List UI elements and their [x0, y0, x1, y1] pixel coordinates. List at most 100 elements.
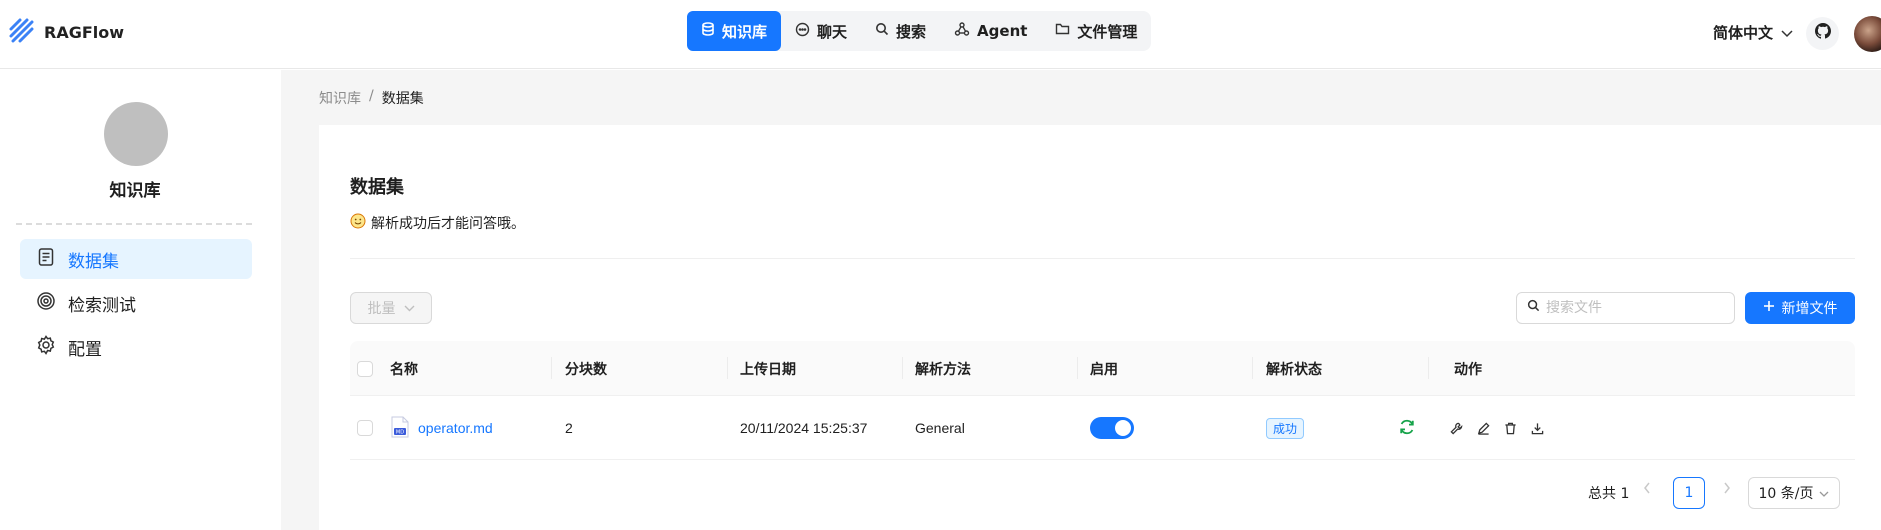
knowledge-base-name: 知识库	[109, 181, 161, 201]
file-name-link[interactable]: operator.md	[418, 420, 493, 436]
search-icon	[1527, 299, 1540, 317]
column-separator	[551, 357, 552, 379]
page-size-label: 10 条/页	[1758, 486, 1814, 502]
row-checkbox[interactable]	[357, 420, 373, 436]
select-all-checkbox[interactable]	[357, 360, 373, 377]
nav-label: 聊天	[817, 22, 848, 41]
column-separator	[727, 357, 728, 379]
plus-icon	[1763, 300, 1775, 316]
knowledge-base-avatar	[104, 102, 168, 166]
nav-search[interactable]: 搜索	[861, 11, 940, 51]
chat-bubble-icon	[795, 22, 810, 41]
column-header-actions: 动作	[1454, 361, 1482, 378]
table-row[interactable]: MD operator.md 2 20/11/2024 15:25:37 Gen…	[350, 396, 1855, 460]
breadcrumb-current: 数据集	[381, 91, 424, 107]
add-file-button[interactable]: 新增文件	[1745, 292, 1855, 324]
language-selector[interactable]: 简体中文	[1713, 22, 1793, 43]
breadcrumb-separator: /	[369, 88, 374, 104]
document-icon	[36, 247, 56, 272]
page-title: 数据集	[350, 177, 404, 198]
search-icon	[875, 22, 889, 40]
sidebar-item-retrieval-test[interactable]: 检索测试	[20, 283, 252, 323]
status-badge: 成功	[1266, 417, 1305, 439]
nav-agent[interactable]: Agent	[940, 11, 1041, 51]
nav-chat[interactable]: 聊天	[781, 11, 861, 51]
edit-icon[interactable]	[1477, 421, 1490, 435]
sidebar-item-label: 检索测试	[68, 295, 136, 316]
sidebar-item-label: 数据集	[68, 251, 119, 272]
parse-method: General	[915, 420, 965, 436]
select-all-cell[interactable]	[357, 341, 373, 396]
page-1-button[interactable]: 1	[1673, 477, 1705, 509]
target-icon	[36, 291, 56, 316]
batch-dropdown-button[interactable]: 批量	[350, 292, 432, 324]
column-header-name: 名称	[390, 361, 418, 378]
enable-toggle-cell	[1090, 396, 1134, 460]
table-header: 名称 分块数 上传日期 解析方法 启用 解析状态 动作	[350, 341, 1855, 396]
agent-graph-icon	[954, 21, 970, 41]
pagination-total: 总共 1	[1588, 486, 1630, 502]
search-input[interactable]	[1546, 300, 1726, 316]
chevron-down-icon	[1781, 24, 1793, 42]
previous-page-button[interactable]	[1643, 482, 1651, 498]
refresh-icon[interactable]	[1398, 418, 1416, 439]
app-name: RAGFlow	[44, 23, 125, 42]
download-icon[interactable]	[1531, 422, 1544, 435]
card-divider	[350, 258, 1855, 259]
github-button[interactable]	[1806, 17, 1839, 50]
smile-icon	[350, 213, 366, 233]
enable-toggle[interactable]	[1090, 417, 1134, 439]
sidebar-item-config[interactable]: 配置	[20, 327, 252, 367]
database-icon	[701, 22, 715, 40]
file-search[interactable]	[1516, 292, 1735, 324]
sidebar-item-dataset[interactable]: 数据集	[20, 239, 252, 279]
column-header-upload-date: 上传日期	[740, 361, 796, 378]
upload-date: 20/11/2024 15:25:37	[740, 420, 868, 436]
svg-text:MD: MD	[396, 429, 404, 435]
nav-knowledge-base[interactable]: 知识库	[687, 11, 782, 51]
language-label: 简体中文	[1713, 24, 1774, 42]
dataset-card: 数据集 解析成功后才能问答哦。 批量 新增文件	[319, 125, 1881, 530]
page-size-selector[interactable]: 10 条/页	[1748, 477, 1840, 509]
breadcrumb: 知识库 / 数据集	[319, 88, 424, 108]
nav-file-management[interactable]: 文件管理	[1041, 11, 1151, 51]
folder-icon	[1055, 22, 1070, 40]
user-avatar[interactable]	[1854, 16, 1881, 52]
column-separator	[1077, 357, 1078, 379]
actions-cell	[1450, 396, 1544, 460]
main-content: 知识库 / 数据集 数据集 解析成功后才能问答哦。 批量 搜索文件 新增文件 名…	[281, 70, 1881, 530]
add-file-label: 新增文件	[1781, 301, 1838, 317]
nav-label: Agent	[977, 22, 1028, 40]
column-header-enabled: 启用	[1090, 361, 1118, 378]
main-nav: 知识库 聊天 搜索 Agent 文件管理	[687, 11, 1152, 51]
nav-label: 知识库	[722, 22, 768, 41]
column-separator	[1252, 357, 1253, 379]
github-icon	[1814, 23, 1831, 44]
tool-icon[interactable]	[1450, 422, 1463, 435]
nav-label: 搜索	[896, 22, 927, 41]
delete-icon[interactable]	[1504, 422, 1517, 435]
breadcrumb-parent[interactable]: 知识库	[319, 88, 361, 108]
column-header-parse-status: 解析状态	[1266, 361, 1322, 378]
chevron-down-icon	[404, 300, 415, 316]
chevron-down-icon	[1819, 485, 1829, 501]
sidebar: 知识库 数据集 检索测试 配置	[0, 70, 280, 530]
file-name-cell: MD operator.md	[390, 396, 493, 460]
batch-label: 批量	[367, 301, 396, 317]
column-separator	[1428, 357, 1429, 379]
markdown-file-icon: MD	[390, 416, 410, 441]
row-select-cell[interactable]	[357, 396, 373, 460]
top-header: RAGFlow 知识库 聊天 搜索 Agent 文件管理 简体中文	[0, 0, 1881, 69]
reparse-cell	[1398, 396, 1416, 460]
column-header-parse-method: 解析方法	[915, 361, 971, 378]
app-logo[interactable]: RAGFlow	[8, 17, 124, 48]
sidebar-item-label: 配置	[68, 339, 102, 360]
next-page-button[interactable]	[1723, 482, 1731, 498]
parse-status-cell: 成功	[1266, 396, 1305, 460]
sidebar-divider	[16, 223, 252, 225]
ragflow-logo-icon	[8, 17, 34, 48]
chunk-count: 2	[565, 420, 573, 436]
nav-label: 文件管理	[1077, 22, 1138, 41]
tip-text: 解析成功后才能问答哦。	[371, 216, 525, 232]
dataset-tip: 解析成功后才能问答哦。	[350, 213, 525, 233]
